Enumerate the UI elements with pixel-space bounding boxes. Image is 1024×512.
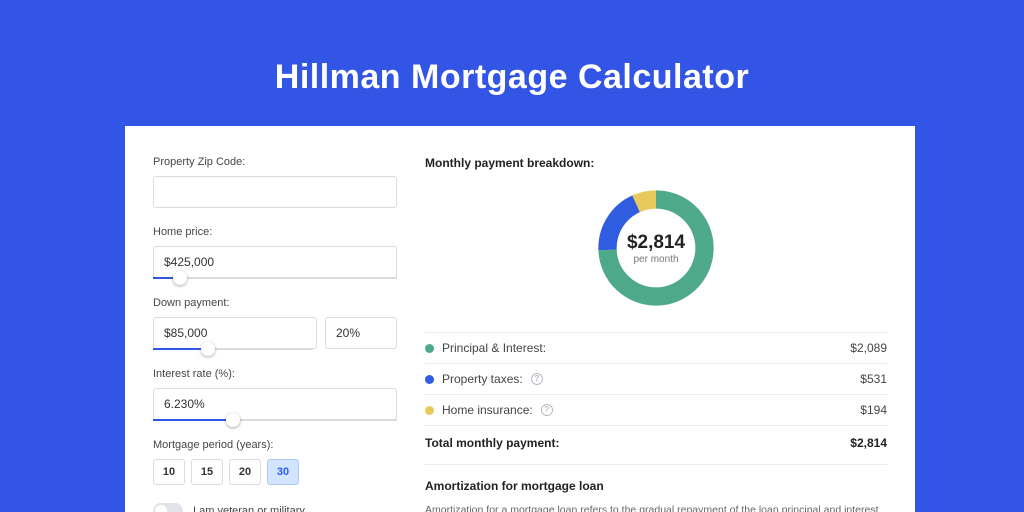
amortization-heading: Amortization for mortgage loan (425, 464, 887, 493)
period-option-20[interactable]: 20 (229, 459, 261, 485)
total-row: Total monthly payment: $2,814 (425, 425, 887, 464)
interest-rate-label: Interest rate (%): (153, 368, 397, 380)
mortgage-period-options: 10 15 20 30 (153, 459, 397, 485)
breakdown-heading: Monthly payment breakdown: (425, 156, 887, 170)
legend-value-ins: $194 (860, 403, 887, 417)
legend-row-ins: Home insurance: ? $194 (425, 394, 887, 425)
field-mortgage-period: Mortgage period (years): 10 15 20 30 (153, 439, 397, 485)
home-price-slider[interactable] (153, 277, 397, 279)
legend-dot-ins (425, 406, 434, 415)
field-veteran: I am veteran or military (153, 503, 397, 512)
info-icon[interactable]: ? (541, 404, 553, 416)
interest-rate-slider-fill (153, 419, 226, 421)
down-payment-pct-input[interactable] (325, 317, 397, 349)
down-payment-label: Down payment: (153, 297, 397, 309)
home-price-input[interactable] (153, 246, 397, 278)
down-payment-input[interactable] (153, 317, 317, 349)
period-option-15[interactable]: 15 (191, 459, 223, 485)
home-price-slider-fill (153, 277, 173, 279)
home-price-slider-thumb[interactable] (173, 271, 187, 285)
page-title: Hillman Mortgage Calculator (0, 0, 1024, 97)
info-icon[interactable]: ? (531, 373, 543, 385)
legend-label-tax: Property taxes: (442, 372, 523, 386)
field-home-price: Home price: (153, 226, 397, 279)
field-down-payment: Down payment: (153, 297, 397, 350)
down-payment-slider-fill (153, 348, 201, 350)
donut-svg (592, 184, 720, 312)
legend-dot-pi (425, 344, 434, 353)
field-zip: Property Zip Code: (153, 156, 397, 208)
down-payment-slider[interactable] (153, 348, 313, 350)
total-label: Total monthly payment: (425, 436, 559, 450)
legend-row-tax: Property taxes: ? $531 (425, 363, 887, 394)
home-price-label: Home price: (153, 226, 397, 238)
calculator-panel: Property Zip Code: Home price: Down paym… (125, 126, 915, 512)
veteran-label: I am veteran or military (193, 505, 305, 512)
legend-row-pi: Principal & Interest: $2,089 (425, 332, 887, 363)
period-option-10[interactable]: 10 (153, 459, 185, 485)
down-payment-slider-thumb[interactable] (201, 342, 215, 356)
legend-label-ins: Home insurance: (442, 403, 533, 417)
interest-rate-input[interactable] (153, 388, 397, 420)
period-option-30[interactable]: 30 (267, 459, 299, 485)
mortgage-period-label: Mortgage period (years): (153, 439, 397, 451)
form-column: Property Zip Code: Home price: Down paym… (153, 156, 397, 512)
veteran-toggle[interactable] (153, 503, 183, 512)
legend-value-tax: $531 (860, 372, 887, 386)
zip-input[interactable] (153, 176, 397, 208)
zip-label: Property Zip Code: (153, 156, 397, 168)
legend-value-pi: $2,089 (850, 341, 887, 355)
legend-dot-tax (425, 375, 434, 384)
amortization-body: Amortization for a mortgage loan refers … (425, 503, 887, 512)
donut-chart: $2,814 per month (425, 184, 887, 312)
interest-rate-slider[interactable] (153, 419, 397, 421)
total-value: $2,814 (850, 436, 887, 450)
breakdown-column: Monthly payment breakdown: $2,814 per mo… (425, 156, 887, 512)
interest-rate-slider-thumb[interactable] (226, 413, 240, 427)
field-interest-rate: Interest rate (%): (153, 368, 397, 421)
legend-label-pi: Principal & Interest: (442, 341, 546, 355)
